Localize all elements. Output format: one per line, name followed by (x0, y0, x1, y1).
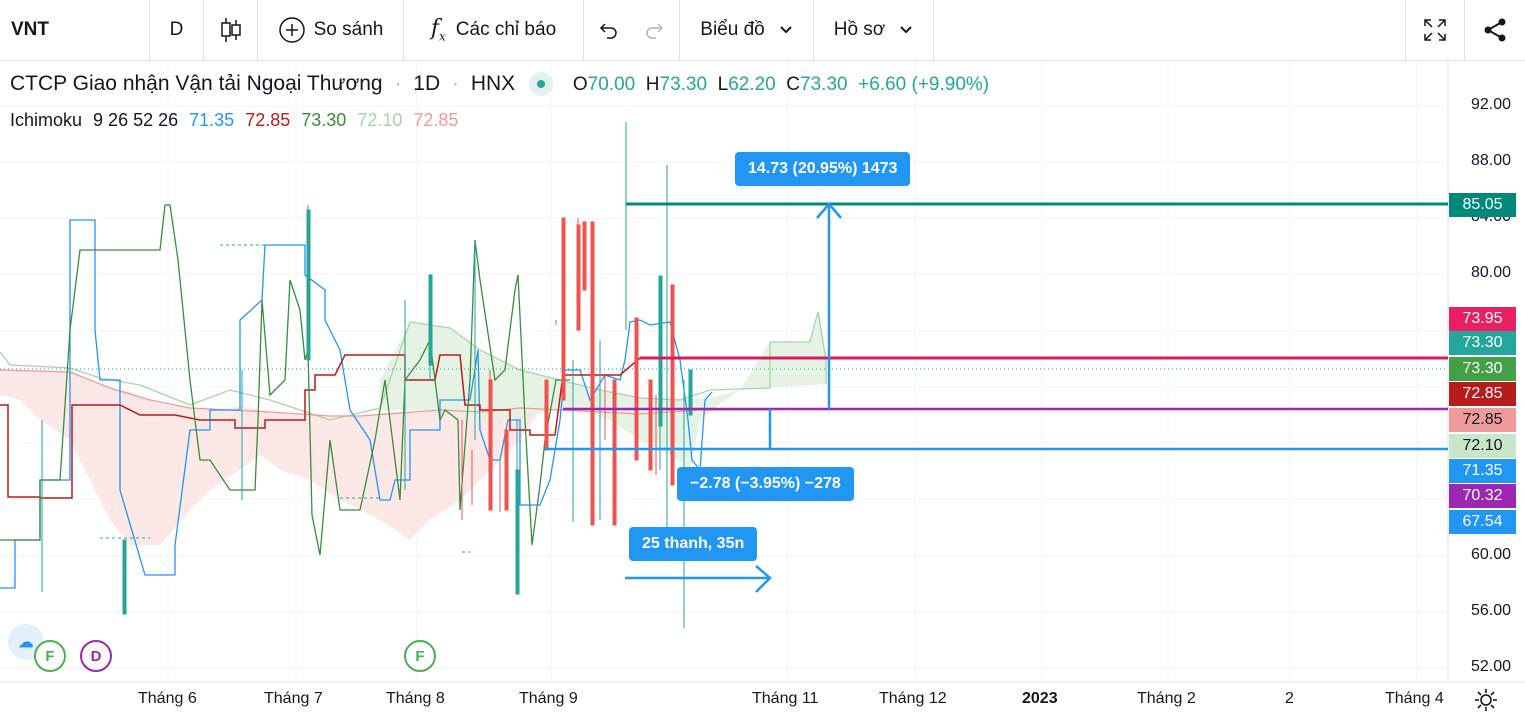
x-tick: Tháng 8 (386, 690, 445, 707)
price-label-73-95: 73.95 (1449, 307, 1516, 331)
event-marker-f[interactable]: F (34, 640, 66, 672)
undo-icon[interactable] (597, 20, 619, 40)
event-marker-f[interactable]: F (404, 640, 436, 672)
legend-exchange: HNX (470, 72, 516, 95)
candles-icon (220, 18, 241, 42)
interval-label: D (169, 19, 184, 40)
price-label-70-32: 70.32 (1449, 484, 1516, 508)
price-label-72-85-senkou-b: 72.85 (1449, 408, 1516, 432)
ohlc-values: O70.00 H73.30 L62.20 C73.30 +6.60 (+9.90… (572, 74, 990, 95)
candles (41, 122, 693, 628)
x-tick: Tháng 6 (138, 690, 197, 707)
senkou-b-value: 72.85 (413, 110, 459, 130)
ichimoku-params: 9 26 52 26 (93, 110, 179, 130)
price-change: +6.60 (+9.90%) (858, 74, 990, 95)
measure-up-label: 14.73 (20.95%) 1473 (735, 152, 911, 186)
settings-gear-icon[interactable] (1474, 688, 1498, 717)
indicators-button[interactable]: fx Các chỉ báo (404, 0, 584, 60)
market-status-icon[interactable] (529, 72, 554, 97)
y-tick: 60.00 (1470, 546, 1511, 563)
chart-menu-label: Biểu đồ (700, 19, 765, 40)
profile-menu-label: Hồ sơ (833, 19, 886, 40)
event-marker-d[interactable]: D (80, 640, 112, 672)
x-tick: Tháng 9 (519, 690, 578, 707)
x-tick: Tháng 11 (752, 690, 819, 707)
price-label-72-85-kijun: 72.85 (1449, 382, 1516, 406)
price-label-85-05: 85.05 (1449, 193, 1516, 217)
fx-icon: fx (430, 16, 446, 44)
x-tick: 2 (1285, 690, 1294, 707)
price-label-72-10: 72.10 (1449, 434, 1516, 458)
senkou-a-value: 72.10 (357, 110, 403, 130)
tenkan-value: 71.35 (189, 110, 235, 130)
chevron-down-icon (780, 26, 792, 34)
symbol-label: VNT (11, 19, 49, 40)
symbol-legend: CTCP Giao nhận Vận tải Ngoại Thương · 1D… (10, 72, 990, 97)
y-tick: 56.00 (1470, 602, 1511, 619)
compare-button[interactable]: So sánh (258, 0, 404, 60)
ichimoku-label: Ichimoku (10, 110, 83, 130)
share-icon (1484, 18, 1506, 42)
chart-menu-button[interactable]: Biểu đồ (680, 0, 814, 60)
ichimoku-legend[interactable]: Ichimoku 9 26 52 26 71.35 72.85 73.30 72… (10, 110, 464, 131)
plus-circle-icon (278, 17, 305, 43)
indicators-label: Các chỉ báo (455, 19, 557, 40)
price-label-73-30-last: 73.30 (1449, 331, 1516, 355)
y-tick: 80.00 (1470, 264, 1511, 281)
interval-button[interactable]: D (150, 0, 204, 60)
grid (0, 61, 1448, 682)
redo-icon[interactable] (644, 20, 666, 40)
x-tick: Tháng 7 (264, 690, 323, 707)
top-toolbar: VNT D So sánh fx Các chỉ báo Biểu đồ Hồ … (0, 0, 1525, 61)
y-tick: 88.00 (1470, 152, 1511, 169)
price-label-67-54: 67.54 (1449, 510, 1516, 534)
fullscreen-icon (1424, 19, 1446, 41)
measure-bars-label: 25 thanh, 35n (629, 527, 758, 561)
x-tick-year: 2023 (1022, 690, 1058, 707)
chevron-down-icon (900, 26, 912, 34)
chart-type-button[interactable] (204, 0, 258, 60)
kijun-value: 72.85 (245, 110, 291, 130)
x-tick: Tháng 2 (1137, 690, 1196, 707)
company-name: CTCP Giao nhận Vận tải Ngoại Thương (10, 72, 383, 95)
x-tick: Tháng 4 (1385, 690, 1444, 707)
share-button[interactable] (1465, 0, 1525, 60)
measure-down-label: −2.78 (−3.95%) −278 (677, 467, 854, 501)
price-label-73-30-chikou: 73.30 (1449, 357, 1516, 381)
symbol-search[interactable]: VNT (0, 0, 150, 60)
legend-interval: 1D (413, 72, 441, 95)
profile-menu-button[interactable]: Hồ sơ (814, 0, 934, 60)
y-tick: 52.00 (1470, 658, 1511, 675)
chikou-value: 73.30 (301, 110, 347, 130)
y-tick: 92.00 (1470, 96, 1511, 113)
fullscreen-button[interactable] (1405, 0, 1465, 60)
price-label-71-35: 71.35 (1449, 459, 1516, 483)
undo-redo-group (584, 0, 680, 60)
compare-label: So sánh (313, 19, 384, 40)
x-tick: Tháng 12 (879, 690, 947, 707)
